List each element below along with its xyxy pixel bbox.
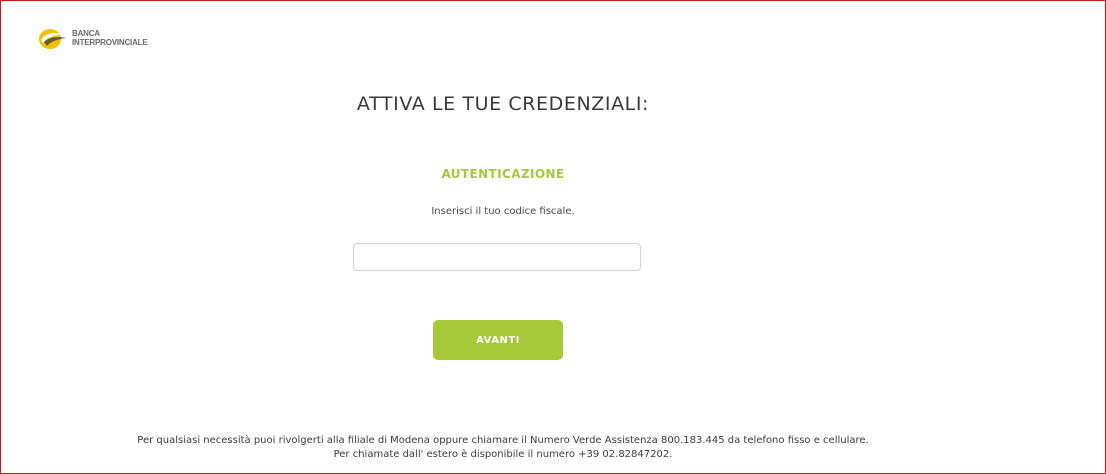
brand-logo[interactable]: BANCA INTERPROVINCIALE (36, 25, 148, 51)
fiscal-code-input[interactable] (353, 243, 641, 271)
page-frame: BANCA INTERPROVINCIALE ATTIVA LE TUE CRE… (0, 0, 1106, 474)
authentication-heading: AUTENTICAZIONE (441, 167, 565, 181)
fiscal-code-instruction: Inserisci il tuo codice fiscale. (431, 206, 575, 217)
next-button[interactable]: AVANTI (433, 320, 563, 360)
support-footer: Per qualsiasi necessità puoi rivolgerti … (1, 434, 1005, 462)
brand-name-line1: BANCA (72, 29, 100, 38)
brand-name: BANCA INTERPROVINCIALE (72, 29, 148, 47)
bank-logo-icon (39, 29, 66, 49)
page-title: ATTIVA LE TUE CREDENZIALI: (356, 93, 650, 115)
footer-line-branch-phone: Per qualsiasi necessità puoi rivolgerti … (137, 435, 869, 446)
footer-line-international-phone: Per chiamate dall' estero è disponibile … (333, 449, 673, 460)
brand-name-line2: INTERPROVINCIALE (72, 38, 148, 47)
